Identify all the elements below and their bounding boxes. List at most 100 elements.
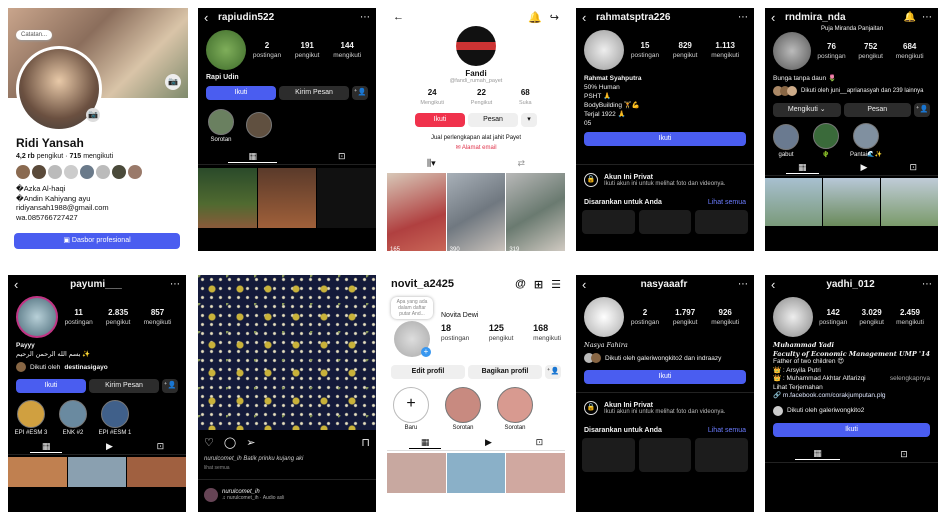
- avatar[interactable]: [773, 32, 811, 70]
- following-stat[interactable]: 857 mengikuti: [144, 308, 172, 326]
- likes-stat[interactable]: 68 Suka: [519, 88, 532, 106]
- tagged-tab-icon[interactable]: ⊡: [157, 441, 165, 452]
- heart-icon[interactable]: ♡: [204, 436, 214, 449]
- avatar[interactable]: [204, 488, 218, 502]
- grid-tab-icon[interactable]: ▦: [228, 151, 277, 163]
- post-thumbnail[interactable]: [387, 453, 446, 493]
- back-icon[interactable]: ‹: [14, 277, 28, 292]
- mutual-followers[interactable]: Dikuti oleh galeriwongkito2 dan indraazy: [576, 350, 754, 366]
- following-stat[interactable]: 144 mengikuti: [333, 41, 361, 59]
- avatar[interactable]: [112, 165, 126, 179]
- post-thumbnail[interactable]: [127, 457, 186, 487]
- following-button[interactable]: Mengikuti ⌄: [773, 103, 841, 117]
- posts-stat[interactable]: 2 postingan: [631, 308, 659, 326]
- add-story-icon[interactable]: +: [421, 347, 431, 357]
- posts-stat[interactable]: 76 postingan: [817, 42, 845, 60]
- more-icon[interactable]: ⋯: [170, 279, 180, 290]
- add-user-icon[interactable]: ⁺👤: [162, 379, 178, 393]
- followers-stat[interactable]: 829 pengikut: [673, 41, 698, 59]
- more-icon[interactable]: ⋯: [360, 12, 370, 23]
- avatar[interactable]: [80, 165, 94, 179]
- batik-image[interactable]: [198, 275, 376, 430]
- back-arrow-icon[interactable]: ←: [393, 11, 404, 23]
- external-link[interactable]: 🔗 m.facebook.com/corakjumputan.plg: [773, 392, 930, 401]
- share-profile-button[interactable]: Bagikan profil: [468, 365, 542, 379]
- suggestion-card[interactable]: [695, 438, 749, 472]
- avatar[interactable]: [16, 165, 30, 179]
- avatar[interactable]: [128, 165, 142, 179]
- highlight-item[interactable]: EPI #ESM 3: [12, 400, 50, 436]
- followers-stat[interactable]: 1.797 pengikut: [673, 308, 698, 326]
- tagged-tab-icon[interactable]: ⊡: [900, 449, 908, 460]
- highlight-item[interactable]: Sorotan: [495, 387, 535, 431]
- grid-tab-icon[interactable]: ▦: [29, 441, 63, 453]
- add-user-icon[interactable]: ⁺👤: [352, 86, 368, 100]
- avatar[interactable]: [64, 165, 78, 179]
- note-bubble[interactable]: Apa yang ada dalam daftar putar And...: [391, 297, 433, 319]
- highlight-item[interactable]: Pantai🌊✨: [849, 123, 883, 158]
- mutual-followers[interactable]: Dikuti oleh galeriwongkito2: [765, 401, 938, 421]
- followers-stat[interactable]: 125 pengikut: [489, 323, 514, 342]
- back-icon[interactable]: ‹: [204, 10, 218, 25]
- share-icon[interactable]: ↪: [550, 11, 559, 24]
- follow-button[interactable]: Ikuti: [415, 113, 465, 127]
- follow-button[interactable]: Ikuti: [206, 86, 276, 100]
- professional-dashboard-button[interactable]: ▣ Dasbor profesional: [14, 233, 180, 249]
- note-bubble[interactable]: Catatan...: [16, 30, 53, 40]
- followers-stat[interactable]: 22 Pengikut: [471, 88, 492, 106]
- share-icon[interactable]: ➢: [246, 436, 255, 449]
- follow-button[interactable]: Ikuti: [584, 132, 746, 146]
- repost-tab-icon[interactable]: ⇄: [517, 158, 525, 169]
- tagged-tab-icon[interactable]: ⊡: [338, 151, 346, 162]
- mutual-followers[interactable]: Dikuti oleh destinasigayo: [8, 359, 186, 375]
- post-thumbnail[interactable]: [8, 457, 67, 487]
- edit-profile-button[interactable]: Edit profil: [391, 365, 465, 379]
- bell-icon[interactable]: 🔔: [904, 12, 916, 23]
- highlight-item[interactable]: ENK #2: [54, 400, 92, 436]
- threads-icon[interactable]: @: [515, 278, 526, 290]
- following-stat[interactable]: 926 mengikuti: [711, 308, 739, 326]
- friend-stats[interactable]: 4,2 rb pengikut · 715 mengikuti: [16, 153, 113, 160]
- suggestion-card[interactable]: [695, 210, 749, 234]
- message-button[interactable]: Kirim Pesan: [279, 86, 349, 100]
- videos-tab-icon[interactable]: ⫼▾: [427, 158, 436, 169]
- posts-stat[interactable]: 15 postingan: [631, 41, 659, 59]
- bell-icon[interactable]: 🔔: [528, 11, 542, 24]
- avatar[interactable]: [773, 297, 813, 337]
- following-stat[interactable]: 168 mengikuti: [533, 323, 561, 342]
- posts-stat[interactable]: 11 postingan: [65, 308, 93, 326]
- post-thumbnail[interactable]: [506, 453, 565, 493]
- bookmark-icon[interactable]: ⊓: [361, 436, 370, 449]
- highlight-item[interactable]: gabut: [769, 123, 803, 158]
- tagged-tab-icon[interactable]: ⊡: [536, 437, 544, 448]
- back-icon[interactable]: ‹: [582, 10, 596, 25]
- translate-link[interactable]: Lihat Terjemahan: [773, 384, 930, 393]
- posts-stat[interactable]: 142 postingan: [819, 308, 847, 326]
- post-thumbnail[interactable]: [765, 178, 822, 226]
- following-stat[interactable]: 1.113 mengikuti: [711, 41, 739, 59]
- suggestion-card[interactable]: [582, 438, 635, 472]
- suggestion-card[interactable]: [638, 210, 692, 234]
- posts-stat[interactable]: 2 postingan: [253, 41, 281, 59]
- avatar[interactable]: [32, 165, 46, 179]
- followers-stat[interactable]: 3.029 pengikut: [859, 308, 884, 326]
- more-icon[interactable]: ⋯: [738, 12, 748, 23]
- grid-tab-icon[interactable]: ▦: [408, 437, 442, 449]
- avatar[interactable]: [48, 165, 62, 179]
- menu-icon[interactable]: ☰: [551, 278, 561, 291]
- create-icon[interactable]: ⊞: [534, 278, 543, 291]
- more-icon[interactable]: ⋯: [922, 12, 932, 23]
- tagged-tab-icon[interactable]: ⊡: [909, 162, 917, 173]
- back-icon[interactable]: ‹: [582, 277, 596, 292]
- back-icon[interactable]: ‹: [771, 277, 785, 292]
- dropdown-icon[interactable]: ▾: [521, 113, 537, 127]
- post-thumbnail[interactable]: [446, 453, 506, 493]
- grid-tab-icon[interactable]: ▦: [795, 448, 840, 460]
- highlight-item[interactable]: [242, 112, 276, 140]
- following-stat[interactable]: 24 Mengikuti: [420, 88, 444, 106]
- camera-icon[interactable]: 📷: [86, 108, 100, 122]
- more-icon[interactable]: ⋯: [922, 279, 932, 290]
- add-user-icon[interactable]: ⁺👤: [914, 103, 930, 117]
- highlight-item[interactable]: Sorotan: [204, 109, 238, 143]
- avatar[interactable]: [584, 297, 624, 337]
